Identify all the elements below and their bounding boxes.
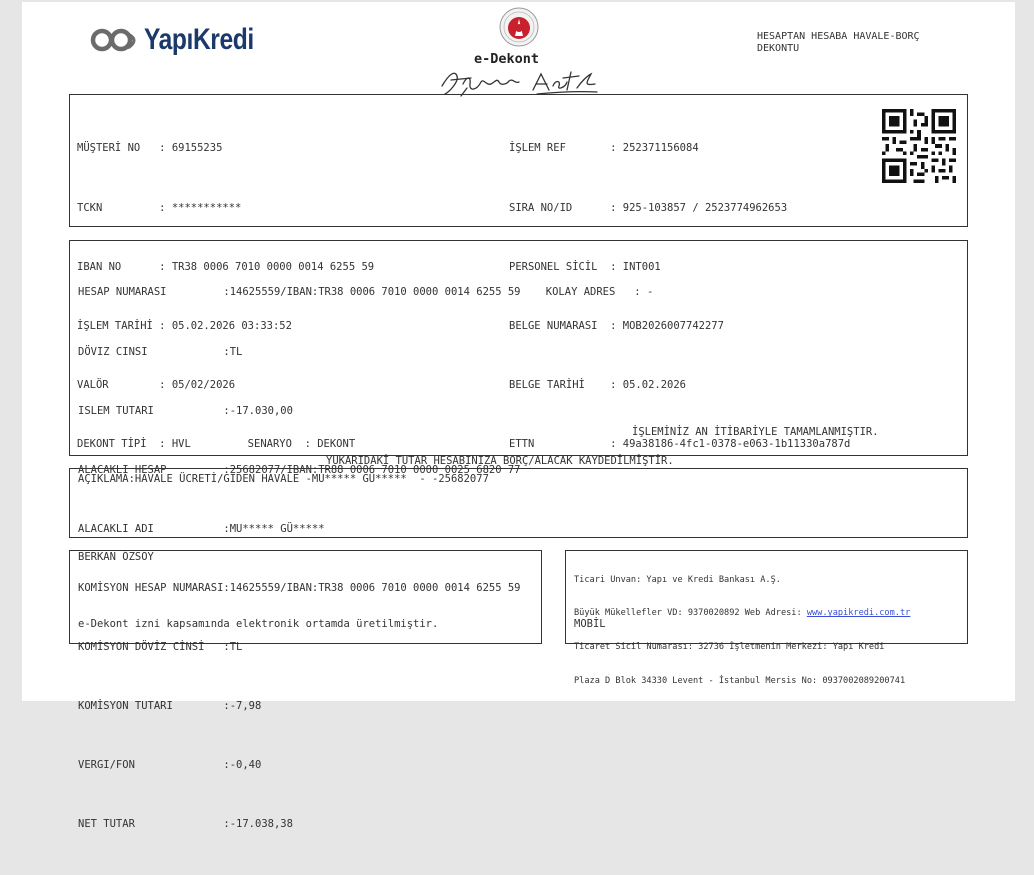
yapikredi-logo: YapıKredi: [88, 22, 278, 58]
customer-row: İŞLEM REF : 252371156084: [509, 142, 699, 155]
channel-label: MOBİL: [574, 618, 606, 630]
receipt-page: YapıKredi e-Dekont HESAPTAN HESABA HAVAL…: [22, 2, 1015, 830]
customer-row: TCKN : ***********: [77, 201, 242, 214]
website-link[interactable]: www.yapikredi.com.tr: [807, 608, 910, 618]
seal-icon: [499, 7, 539, 47]
transaction-row: KOMİSYON TUTARI :-7,98: [78, 700, 262, 713]
qr-code-icon: [882, 109, 956, 183]
document-type: HESAPTAN HESABA HAVALE-BORÇ DEKONTU: [757, 31, 920, 54]
customer-row: MÜŞTERİ NO : 69155235: [77, 142, 223, 155]
issuer-name: BERKAN ÖZSOY: [78, 551, 154, 563]
yapikredi-mark-icon: [90, 28, 136, 52]
transaction-row: VERGI/FON :-0,40: [78, 759, 262, 772]
transaction-details-box: HESAP NUMARASI :14625559/IBAN:TR38 0006 …: [69, 240, 968, 830]
issuer-box: BERKAN ÖZSOY e-Dekont izni kapsamında el…: [69, 550, 542, 644]
description-box: AÇIKLAMA:HAVALE ÜCRETİ/GIDEN HAVALE -MU*…: [69, 468, 968, 538]
bank-tax-info: Büyük Mükellefler VD: 9370020892 Web Adr…: [574, 608, 807, 619]
description-text: AÇIKLAMA:HAVALE ÜCRETİ/GIDEN HAVALE -MU*…: [78, 473, 489, 485]
bank-info-line: Ticari Unvan: Yapı ve Kredi Bankası A.Ş.: [574, 574, 781, 585]
completed-message: İŞLEMİNİZ AN İTİBARİYLE TAMAMLANMIŞTIR.: [632, 426, 879, 438]
transaction-row: ISLEM TUTARI :-17.030,00: [78, 404, 293, 417]
bank-info-box: Ticari Unvan: Yapı ve Kredi Bankası A.Ş.…: [565, 550, 968, 686]
bank-info-line: Büyük Mükellefler VD: 9370020892 Web Adr…: [574, 608, 910, 619]
transaction-row: NET TUTAR :-17.038,38: [78, 818, 293, 831]
bank-info-line: Plaza D Blok 34330 Levent - İstanbul Mer…: [574, 676, 906, 687]
e-dekont-note: e-Dekont izni kapsamında elektronik orta…: [78, 618, 439, 630]
transaction-row: HESAP NUMARASI :14625559/IBAN:TR38 0006 …: [78, 286, 654, 299]
customer-row: SIRA NO/ID : 925-103857 / 2523774962653: [509, 201, 788, 214]
bank-logo-text: YapıKredi: [144, 23, 254, 56]
debit-notice: YUKARIDAKİ TUTAR HESABINIZA BORÇ/ALACAK …: [326, 455, 674, 467]
customer-info-box: MÜŞTERİ NO : 69155235 TCKN : ***********…: [69, 94, 968, 450]
bank-info-lines: Ticari Unvan: Yapı ve Kredi Bankası A.Ş.…: [574, 552, 910, 710]
transaction-row: DÖVIZ CINSI :TL: [78, 345, 243, 358]
bank-info-line: Ticaret Sicil Numarası: 32736 İşletmenin…: [574, 642, 885, 653]
